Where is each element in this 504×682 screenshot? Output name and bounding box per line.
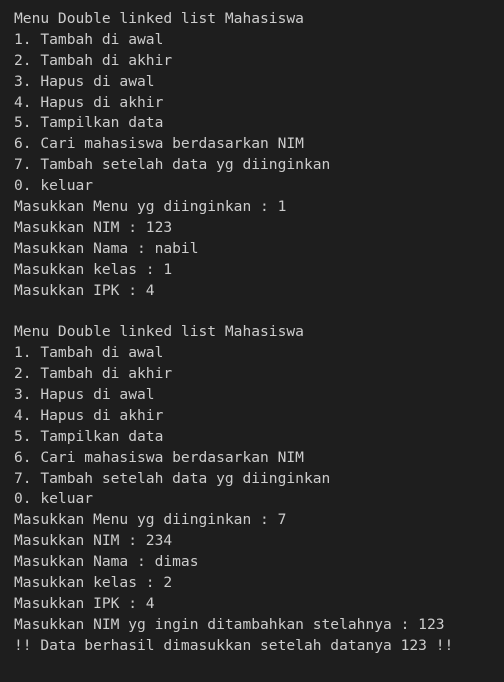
terminal-output[interactable]: Menu Double linked list Mahasiswa 1. Tam… (0, 0, 504, 682)
prompt-nama-input: Masukkan Nama : nabil (14, 239, 199, 257)
menu-option-tambah-setelah: 7. Tambah setelah data yg diinginkan (14, 469, 331, 487)
menu-option-keluar: 0. keluar (14, 490, 94, 508)
menu-option-tambah-awal: 1. Tambah di awal (14, 344, 164, 362)
prompt-menu-input: Masukkan Menu yg diinginkan : 1 (14, 198, 287, 216)
prompt-kelas-input: Masukkan kelas : 2 (14, 574, 173, 592)
menu-option-tampilkan: 5. Tampilkan data (14, 427, 164, 445)
prompt-nim-input: Masukkan NIM : 234 (14, 532, 173, 550)
menu-option-hapus-akhir: 4. Hapus di akhir (14, 406, 164, 424)
menu-option-tambah-setelah: 7. Tambah setelah data yg diinginkan (14, 156, 331, 174)
menu-option-cari: 6. Cari mahasiswa berdasarkan NIM (14, 135, 304, 153)
menu-option-hapus-akhir: 4. Hapus di akhir (14, 93, 164, 111)
menu-option-hapus-awal: 3. Hapus di awal (14, 386, 155, 404)
menu-option-keluar: 0. keluar (14, 177, 94, 195)
prompt-kelas-input: Masukkan kelas : 1 (14, 260, 173, 278)
prompt-menu-input: Masukkan Menu yg diinginkan : 7 (14, 511, 287, 529)
menu-option-hapus-awal: 3. Hapus di awal (14, 72, 155, 90)
prompt-ipk-input: Masukkan IPK : 4 (14, 594, 155, 612)
menu-option-tampilkan: 5. Tampilkan data (14, 114, 164, 132)
prompt-ipk-input: Masukkan IPK : 4 (14, 281, 155, 299)
prompt-nim-after-input: Masukkan NIM yg ingin ditambahkan stelah… (14, 615, 445, 633)
menu-option-cari: 6. Cari mahasiswa berdasarkan NIM (14, 448, 304, 466)
menu-option-tambah-akhir: 2. Tambah di akhir (14, 365, 173, 383)
menu-title-1: Menu Double linked list Mahasiswa (14, 10, 304, 27)
menu-option-tambah-akhir: 2. Tambah di akhir (14, 51, 173, 69)
menu-title-2: Menu Double linked list Mahasiswa (14, 323, 304, 341)
prompt-nama-input: Masukkan Nama : dimas (14, 553, 199, 571)
menu-option-tambah-awal: 1. Tambah di awal (14, 30, 164, 48)
success-message: !! Data berhasil dimasukkan setelah data… (14, 636, 454, 654)
prompt-nim-input: Masukkan NIM : 123 (14, 218, 173, 236)
